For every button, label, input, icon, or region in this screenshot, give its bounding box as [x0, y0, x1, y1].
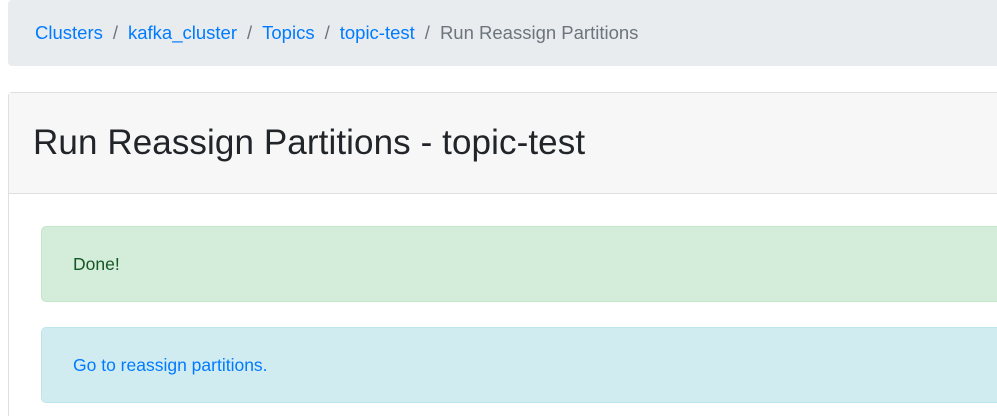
- breadcrumb: Clusters / kafka_cluster / Topics / topi…: [8, 0, 997, 66]
- reassign-partitions-link[interactable]: Go to reassign partitions.: [73, 355, 268, 376]
- breadcrumb-link-cluster[interactable]: kafka_cluster: [128, 22, 237, 44]
- breadcrumb-separator: /: [424, 22, 430, 43]
- card-header: Run Reassign Partitions - topic-test: [9, 93, 997, 194]
- breadcrumb-link-topics[interactable]: Topics: [262, 22, 314, 44]
- info-alert: Go to reassign partitions.: [41, 327, 997, 403]
- page-title: Run Reassign Partitions - topic-test: [33, 123, 586, 162]
- breadcrumb-separator: /: [324, 22, 330, 43]
- page: Clusters / kafka_cluster / Topics / topi…: [0, 0, 997, 416]
- breadcrumb-current: Run Reassign Partitions: [439, 22, 639, 43]
- breadcrumb-separator: /: [112, 22, 118, 43]
- success-alert: Done!: [41, 226, 997, 302]
- breadcrumb-link-topic[interactable]: topic-test: [340, 22, 415, 44]
- breadcrumb-separator: /: [247, 22, 253, 43]
- success-message: Done!: [73, 253, 120, 274]
- reassign-card: Run Reassign Partitions - topic-test Don…: [8, 92, 997, 416]
- breadcrumb-link-clusters[interactable]: Clusters: [35, 22, 103, 44]
